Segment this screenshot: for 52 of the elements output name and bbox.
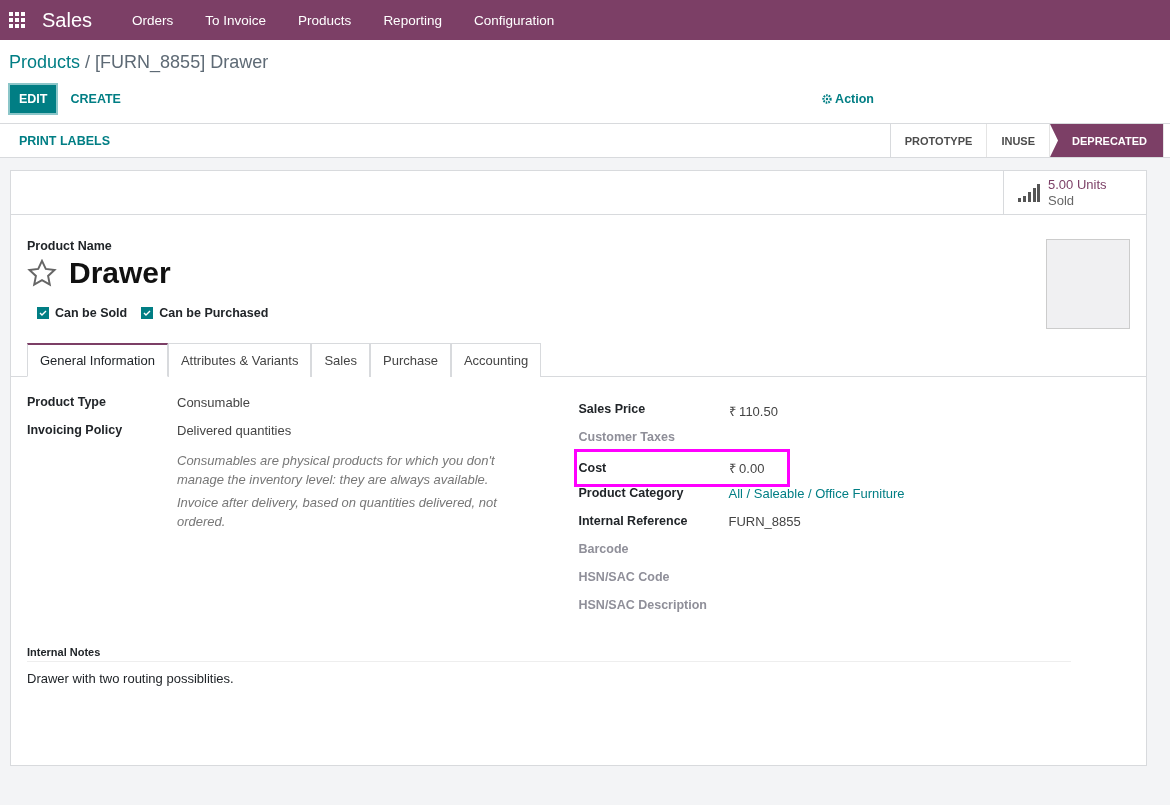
field-value: Consumable <box>177 395 250 410</box>
field-label: Customer Taxes <box>578 430 676 444</box>
field-value: FURN_8855 <box>728 514 801 529</box>
menu-item[interactable]: Products <box>282 12 368 28</box>
field-label: Internal Reference <box>578 514 689 528</box>
checkbox-label: Can be Sold <box>55 306 128 320</box>
menu-item[interactable]: Configuration <box>457 12 571 28</box>
stat-value: 5.00 Units <box>1048 176 1107 193</box>
app-name[interactable]: Sales <box>42 8 93 32</box>
print-labels-button[interactable]: PRINT LABELS <box>0 124 129 157</box>
menu-item[interactable]: Orders <box>116 12 190 28</box>
checkbox-label: Can be Purchased <box>159 306 269 320</box>
form-tab[interactable]: General Information <box>27 343 168 377</box>
field-value: ₹ 110.50 <box>728 403 778 420</box>
apps-grid-icon[interactable] <box>8 11 26 29</box>
product-name: Drawer <box>69 256 171 290</box>
field-label: Product Type <box>27 395 107 409</box>
field-label: Sales Price <box>578 402 647 416</box>
breadcrumb-separator: / <box>85 52 91 72</box>
create-button[interactable]: CREATE <box>58 85 133 113</box>
field-value: ₹ 0.00 <box>728 460 765 477</box>
field-label: Product Name <box>27 239 113 253</box>
menu-item[interactable]: To Invoice <box>189 12 283 28</box>
menu-item[interactable]: Reporting <box>367 12 458 28</box>
field-label: Cost <box>578 461 608 475</box>
form-tab[interactable]: Sales <box>311 343 370 377</box>
notes-label: Internal Notes <box>27 646 1071 662</box>
sold-stat-button[interactable]: 5.00 Units Sold <box>1003 171 1146 214</box>
help-text: Invoice after delivery, based on quantities delivered, not ordered. <box>177 494 497 531</box>
breadcrumb-current: [FURN_8855] Drawer <box>95 52 269 72</box>
stat-label: Sold <box>1048 192 1076 209</box>
field-value: Delivered quantities <box>177 423 292 438</box>
star-icon[interactable] <box>27 259 57 287</box>
checkbox[interactable] <box>141 307 154 319</box>
field-label: Product Category <box>578 486 685 500</box>
category-link[interactable]: All / Saleable / Office Furniture <box>728 486 905 501</box>
gear-icon <box>822 94 833 104</box>
field-label: HSN/SAC Code <box>578 570 671 584</box>
breadcrumb-link[interactable]: Products <box>9 52 81 72</box>
edit-button[interactable]: EDIT <box>8 83 59 115</box>
bar-chart-icon <box>1018 183 1040 202</box>
field-label: Invoicing Policy <box>27 423 124 437</box>
field-label: Barcode <box>578 542 630 556</box>
notes-text: Drawer with two routing possiblities. <box>27 671 235 686</box>
action-menu[interactable]: Action <box>822 92 874 106</box>
status-stage[interactable]: DEPRECATED <box>1050 124 1164 157</box>
field-label: HSN/SAC Description <box>578 598 708 612</box>
form-tab[interactable]: Attributes & Variants <box>167 343 312 377</box>
form-tab[interactable]: Accounting <box>450 343 542 377</box>
form-tab[interactable]: Purchase <box>370 343 451 377</box>
help-text: Consumables are physical products for which you don't manage the inventory level: they are always available. <box>177 452 496 489</box>
checkbox[interactable] <box>37 307 49 319</box>
